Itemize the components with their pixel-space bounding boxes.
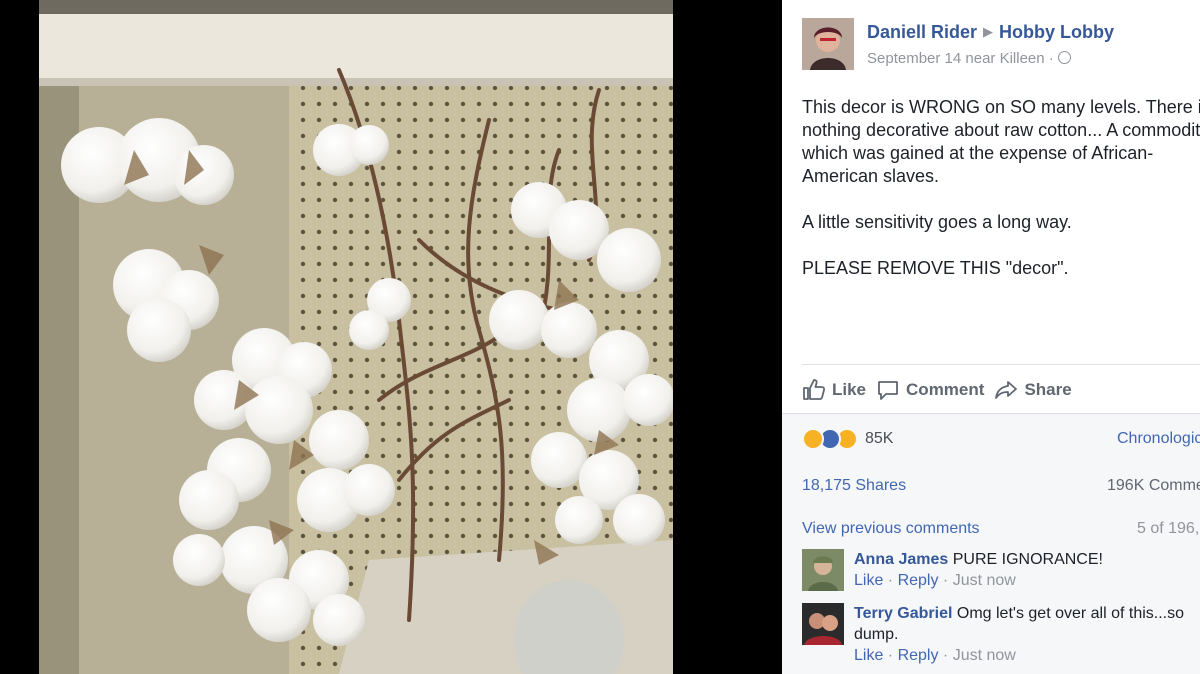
post-meta: September 14 near Killeen · xyxy=(867,50,1071,67)
like-label: Like xyxy=(832,380,867,399)
comment-text: PURE IGNORANCE! xyxy=(952,551,1103,568)
post-photo[interactable] xyxy=(39,0,673,674)
comment-reply-link[interactable]: Reply xyxy=(898,647,939,664)
arrow-right-icon: ▶ xyxy=(983,24,994,39)
comments-count[interactable]: 196K Comments xyxy=(1107,477,1200,495)
post-paragraph: PLEASE REMOVE THIS "decor". xyxy=(802,258,1069,278)
shares-count-link[interactable]: 18,175 Shares xyxy=(802,477,906,495)
action-bar: Like Comment Share xyxy=(802,376,1082,404)
comment-actions: Like · Reply · Just now xyxy=(854,572,1016,589)
reactions-summary[interactable]: 85K xyxy=(802,428,893,450)
reaction-count: 85K xyxy=(865,430,894,447)
target-page-link[interactable]: Hobby Lobby xyxy=(999,22,1114,42)
comment-label: Comment xyxy=(906,380,985,399)
haha-icon xyxy=(802,428,824,450)
post-date[interactable]: September 14 near Killeen · xyxy=(867,50,1054,67)
comment-reply-link[interactable]: Reply xyxy=(898,572,939,589)
comment-like-link[interactable]: Like xyxy=(854,572,883,589)
commenter-name[interactable]: Terry Gabriel xyxy=(854,605,952,622)
photo-viewer xyxy=(0,0,782,674)
share-icon xyxy=(995,381,1018,399)
commenter-name[interactable]: Anna James xyxy=(854,551,948,568)
comment-body: Anna James PURE IGNORANCE! Like · Reply … xyxy=(854,549,1194,591)
comments-page-count: 5 of 196, xyxy=(1137,520,1200,537)
view-previous-comments-link[interactable]: View previous comments xyxy=(802,520,980,538)
post-side-panel: Daniell Rider ▶ Hobby Lobby September 14 n… xyxy=(782,0,1200,674)
engagement-section: 85K Chronological 18,175 Shares 196K Com… xyxy=(782,413,1200,674)
divider xyxy=(782,413,1200,414)
author-avatar[interactable] xyxy=(802,18,854,70)
comment-sort-dropdown[interactable]: Chronological xyxy=(1117,430,1200,448)
post-paragraph: This decor is WRONG on SO many levels. T… xyxy=(802,97,1200,186)
comment-like-link[interactable]: Like xyxy=(854,647,883,664)
post-text: This decor is WRONG on SO many levels. T… xyxy=(802,96,1200,303)
commenter-avatar[interactable] xyxy=(802,549,844,591)
comment-time[interactable]: Just now xyxy=(953,572,1016,589)
post-paragraph: A little sensitivity goes a long way. xyxy=(802,212,1072,232)
like-button[interactable]: Like xyxy=(802,378,866,402)
thumbs-up-icon xyxy=(803,379,826,400)
share-button[interactable]: Share xyxy=(994,378,1072,402)
comment-time[interactable]: Just now xyxy=(953,647,1016,664)
divider xyxy=(802,364,1200,365)
comment-body: Terry Gabriel Omg let's get over all of … xyxy=(854,603,1194,666)
comment-icon xyxy=(878,381,898,400)
post-header: Daniell Rider ▶ Hobby Lobby xyxy=(867,22,1114,43)
commenter-avatar[interactable] xyxy=(802,603,844,645)
share-label: Share xyxy=(1024,380,1072,399)
comment-actions: Like · Reply · Just now xyxy=(854,647,1016,664)
cotton-photo-illustration xyxy=(39,0,673,674)
globe-icon xyxy=(1057,51,1071,64)
comment-button[interactable]: Comment xyxy=(876,378,984,402)
author-name-link[interactable]: Daniell Rider xyxy=(867,22,977,42)
